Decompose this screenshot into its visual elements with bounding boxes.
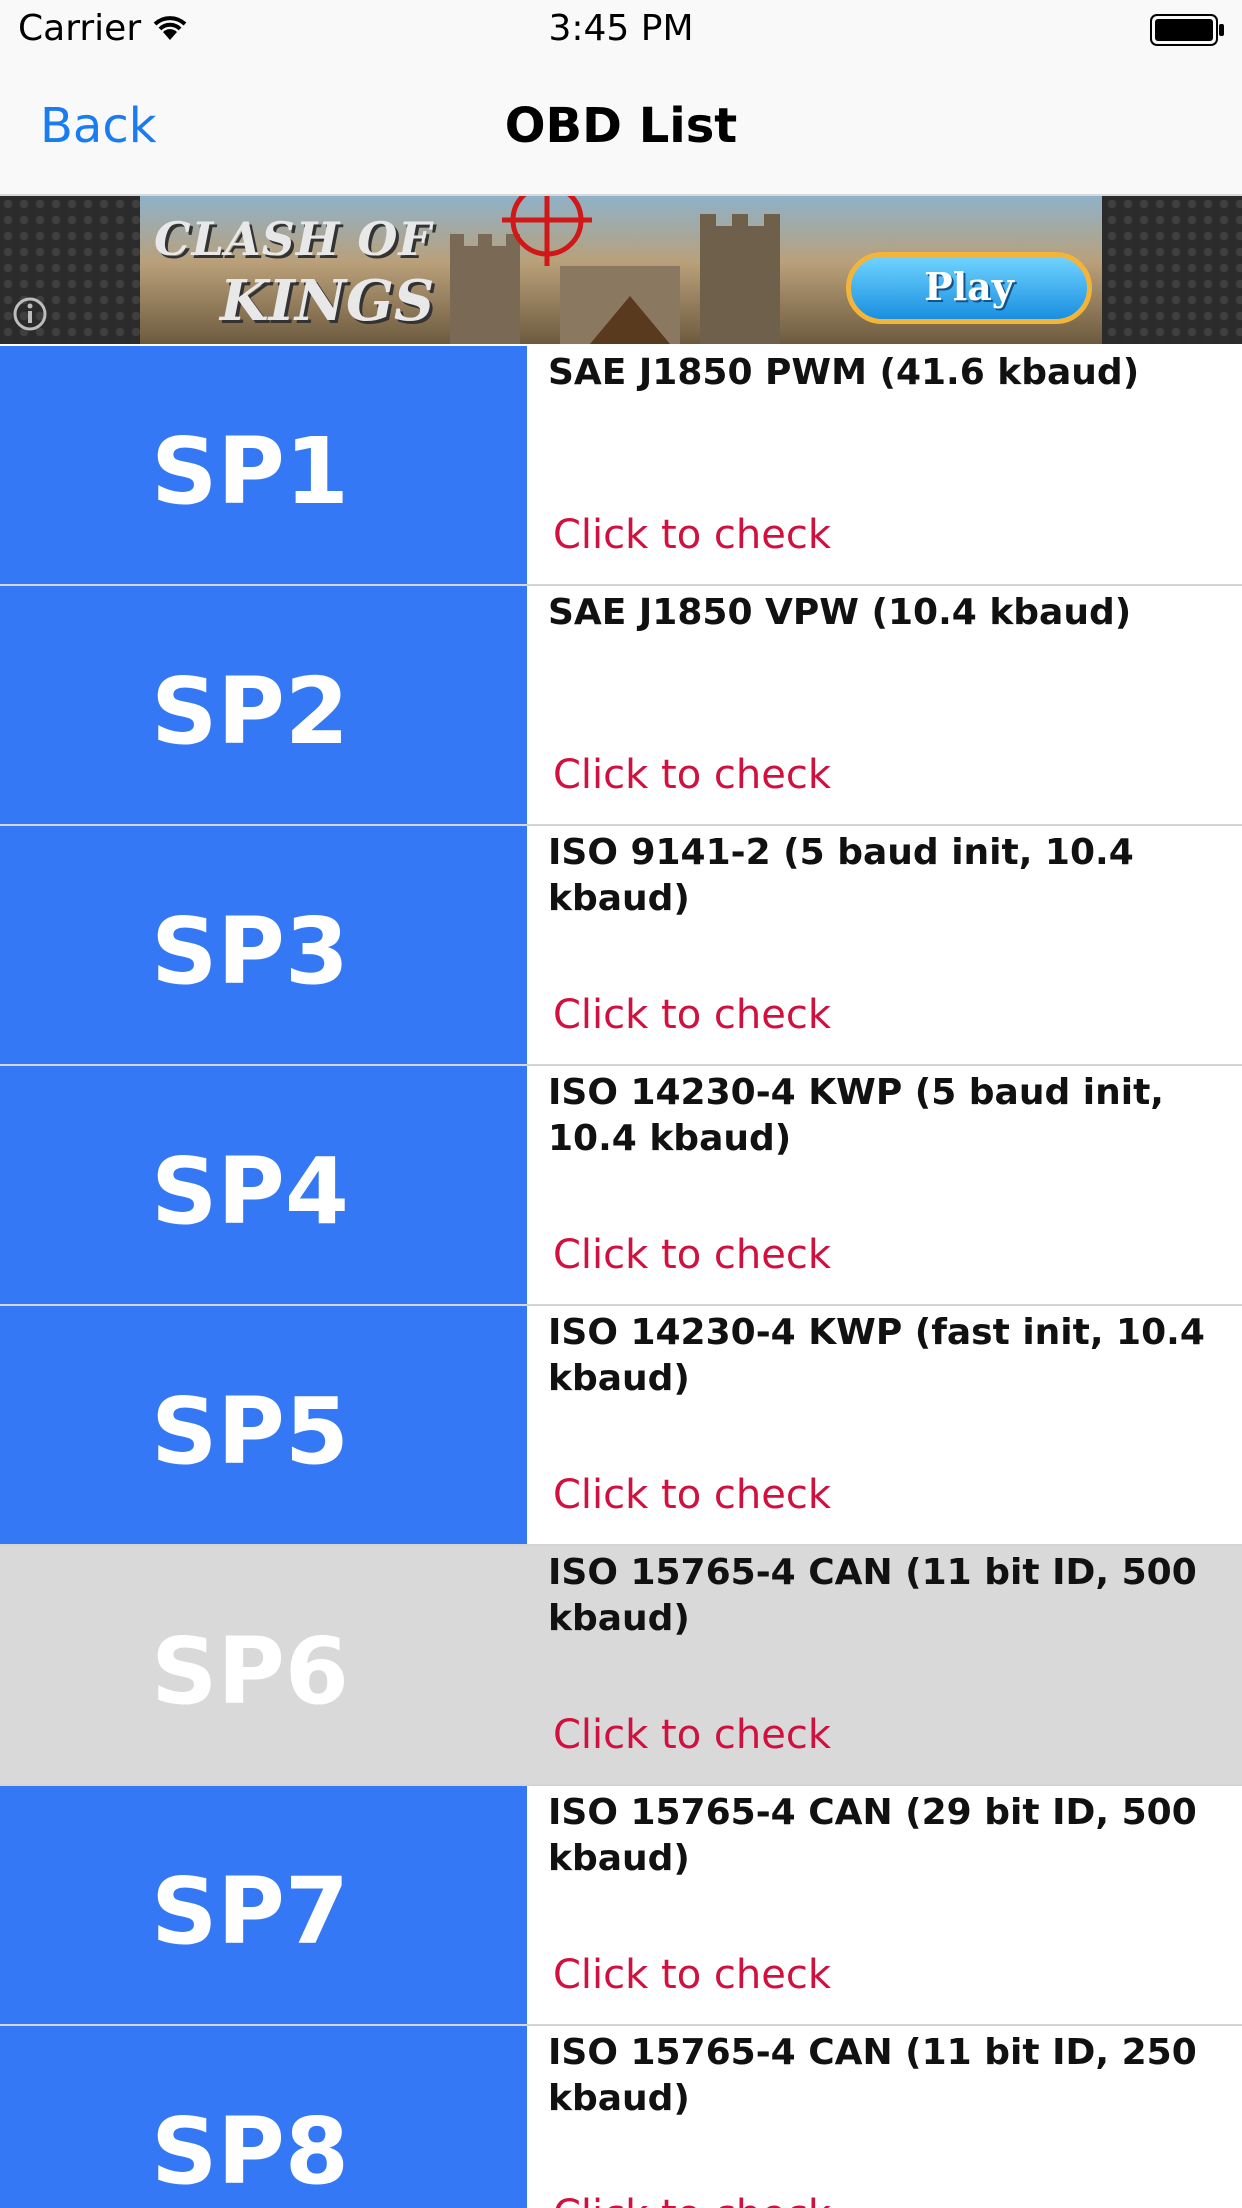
protocol-code-tile: SP7 xyxy=(0,1786,527,2024)
protocol-code: SP4 xyxy=(151,1138,349,1245)
protocol-code-tile: SP3 xyxy=(0,826,527,1064)
protocol-name: ISO 15765-4 CAN (11 bit ID, 500 kbaud) xyxy=(548,1552,1197,1639)
ad-logo-line2: KINGS xyxy=(220,268,435,334)
protocol-code-tile: SP5 xyxy=(0,1306,527,1544)
click-to-check-link[interactable]: Click to check xyxy=(553,992,831,1038)
click-to-check-link[interactable]: Click to check xyxy=(553,752,831,798)
obd-protocol-list: SP1 SAE J1850 PWM (41.6 kbaud) Click to ch… xyxy=(0,346,1242,2208)
protocol-name: SAE J1850 PWM (41.6 kbaud) xyxy=(548,352,1140,393)
list-item[interactable]: SP3 ISO 9141-2 (5 baud init, 10.4 kbaud) C… xyxy=(0,826,1242,1066)
protocol-name: ISO 14230-4 KWP (fast init, 10.4 kbaud) xyxy=(548,1312,1205,1399)
click-to-check-link[interactable]: Click to check xyxy=(553,1472,831,1518)
battery-icon xyxy=(1150,14,1224,46)
protocol-code-tile: SP6 xyxy=(0,1546,527,1784)
protocol-code: SP7 xyxy=(151,1858,349,1965)
protocol-name: ISO 15765-4 CAN (11 bit ID, 250 kbaud) xyxy=(548,2032,1197,2119)
list-item[interactable]: SP4 ISO 14230-4 KWP (5 baud init, 10.4 kb… xyxy=(0,1066,1242,1306)
protocol-code: SP3 xyxy=(151,898,349,1005)
list-item[interactable]: SP6 ISO 15765-4 CAN (11 bit ID, 500 kbaud… xyxy=(0,1546,1242,1786)
click-to-check-link[interactable]: Click to check xyxy=(553,1952,831,1998)
protocol-code-tile: SP1 xyxy=(0,346,527,584)
list-item[interactable]: SP1 SAE J1850 PWM (41.6 kbaud) Click to ch… xyxy=(0,346,1242,586)
protocol-name: ISO 9141-2 (5 baud init, 10.4 kbaud) xyxy=(548,832,1134,919)
protocol-code-tile: SP2 xyxy=(0,586,527,824)
status-time: 3:45 PM xyxy=(548,8,694,49)
status-bar: Carrier 3:45 PM xyxy=(0,0,1242,62)
protocol-code: SP8 xyxy=(151,2098,349,2205)
protocol-code: SP2 xyxy=(151,658,349,765)
crosshair-icon xyxy=(502,196,592,266)
obd-list-screen: Carrier 3:45 PM Back OBD List CLASH OF K… xyxy=(0,0,1242,2208)
protocol-name: ISO 15765-4 CAN (29 bit ID, 500 kbaud) xyxy=(548,1792,1197,1879)
info-icon[interactable] xyxy=(12,296,48,332)
list-item[interactable]: SP7 ISO 15765-4 CAN (29 bit ID, 500 kbaud… xyxy=(0,1786,1242,2026)
click-to-check-link[interactable]: Click to check xyxy=(553,1712,831,1758)
page-title: OBD List xyxy=(504,98,738,154)
protocol-code: SP6 xyxy=(151,1618,349,1725)
list-item[interactable]: SP2 SAE J1850 VPW (10.4 kbaud) Click to ch… xyxy=(0,586,1242,826)
click-to-check-link[interactable]: Click to check xyxy=(553,1232,831,1278)
navigation-bar: Back OBD List xyxy=(0,62,1242,196)
list-item[interactable]: SP5 ISO 14230-4 KWP (fast init, 10.4 kbau… xyxy=(0,1306,1242,1546)
list-item[interactable]: SP8 ISO 15765-4 CAN (11 bit ID, 250 kbaud… xyxy=(0,2026,1242,2208)
click-to-check-link[interactable]: Click to check xyxy=(553,512,831,558)
ad-logo-line1: CLASH OF xyxy=(154,212,433,266)
protocol-name: SAE J1850 VPW (10.4 kbaud) xyxy=(548,592,1132,633)
protocol-code-tile: SP4 xyxy=(0,1066,527,1304)
protocol-code: SP1 xyxy=(151,418,349,525)
protocol-code: SP5 xyxy=(151,1378,349,1485)
ad-image[interactable]: CLASH OF KINGS Play xyxy=(140,196,1102,344)
click-to-check-link[interactable]: Click to check xyxy=(553,2192,831,2208)
ad-play-button[interactable]: Play xyxy=(846,252,1092,324)
protocol-name: ISO 14230-4 KWP (5 baud init, 10.4 kbaud… xyxy=(548,1072,1164,1159)
ad-banner[interactable]: CLASH OF KINGS Play xyxy=(0,196,1242,344)
protocol-code-tile: SP8 xyxy=(0,2026,527,2208)
